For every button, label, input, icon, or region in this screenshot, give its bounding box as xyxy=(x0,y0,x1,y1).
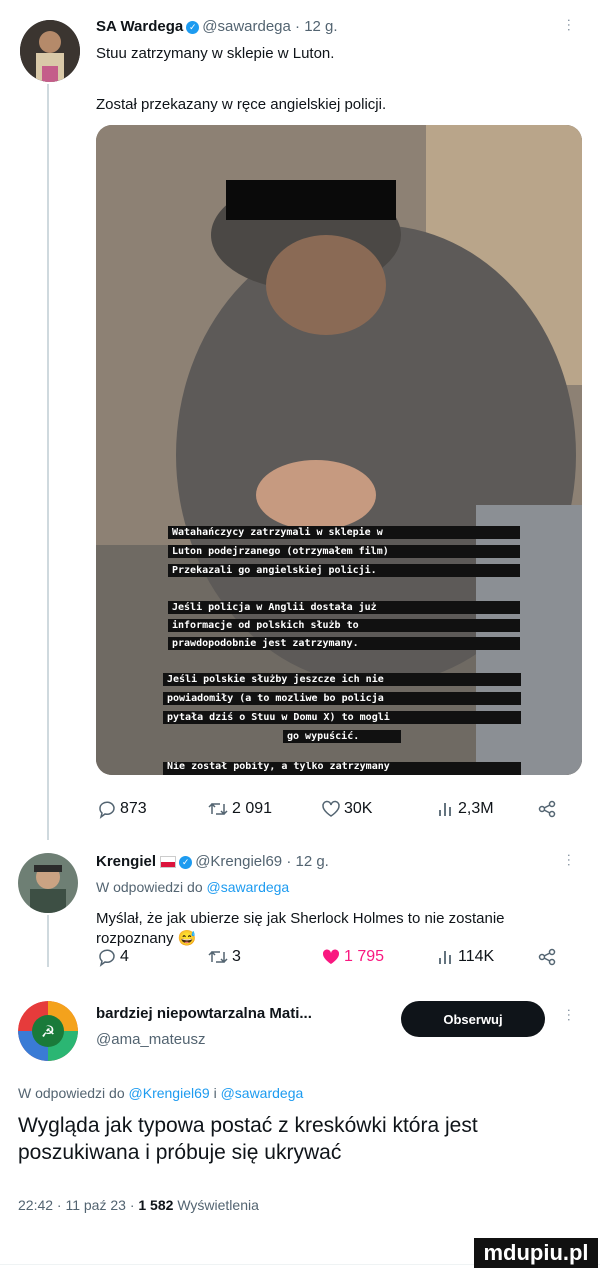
reply-separator: i xyxy=(213,1085,217,1101)
reply-mention[interactable]: @Krengiel69 xyxy=(129,1085,210,1101)
reply-button[interactable]: 873 xyxy=(97,799,147,819)
avatar[interactable]: ☭ xyxy=(18,1001,78,1061)
more-options-icon[interactable]: ··· xyxy=(562,853,578,867)
thread-line xyxy=(47,915,49,967)
retweet-count: 3 xyxy=(232,948,241,965)
reply-mention[interactable]: @sawardega xyxy=(207,879,290,895)
reply-count: 4 xyxy=(120,948,129,965)
like-button[interactable]: 1 795 xyxy=(321,947,384,967)
author-handle[interactable]: @Krengiel69 xyxy=(195,853,282,870)
media-caption: Przekazali go angielskiej policji. xyxy=(168,564,520,577)
tweet-text: Wygląda jak typowa postać z kreskówki kt… xyxy=(18,1114,478,1164)
reply-button[interactable]: 4 xyxy=(97,947,129,967)
tweet-meta: 22:42 · 11 paź 23 · 1 582 Wyświetlenia xyxy=(18,1197,259,1213)
media-caption: pytała dziś o Stuu w Domu X) to mogli xyxy=(163,711,521,724)
reply-icon xyxy=(99,949,115,967)
avatar-image xyxy=(20,20,80,82)
media-caption: powiadomiły (a to mozliwe bo policja xyxy=(163,692,521,705)
verified-badge-icon: ✓ xyxy=(186,20,200,34)
tweet-text: Myślał, że jak ubierze się jak Sherlock … xyxy=(96,910,505,947)
tweet-time[interactable]: · 12 g. xyxy=(286,853,329,870)
author-name[interactable]: SA Wardega xyxy=(96,18,183,35)
views-count: 2,3M xyxy=(458,800,494,817)
poland-flag-icon xyxy=(160,856,177,869)
share-icon xyxy=(538,948,556,966)
reply-prefix: W odpowiedzi do xyxy=(18,1085,125,1101)
views-icon xyxy=(439,803,451,816)
views-button[interactable]: 2,3M xyxy=(437,799,494,819)
views-button[interactable]: 114K xyxy=(437,947,494,967)
tweet-header: SA Wardega ✓ @sawardega · 12 g. xyxy=(96,18,338,35)
reply-mention[interactable]: @sawardega xyxy=(221,1085,304,1101)
reply-context: W odpowiedzi do @sawardega xyxy=(96,879,289,895)
thread-line xyxy=(47,84,49,840)
tweet-text-line1: Stuu zatrzymany w sklepie w Luton. xyxy=(96,45,335,62)
author-name[interactable]: Krengiel xyxy=(96,853,156,870)
avatar-image xyxy=(18,853,78,913)
svg-text:☭: ☭ xyxy=(41,1022,55,1041)
follow-button[interactable]: Obserwuj xyxy=(401,1001,545,1037)
author-handle[interactable]: @sawardega xyxy=(202,18,291,35)
views-icon xyxy=(439,951,451,964)
media-caption: Nie został pobity, a tylko zatrzymany xyxy=(163,762,521,775)
view-count-label: Wyświetlenia xyxy=(177,1197,259,1213)
media-caption: go wypuścić. xyxy=(283,730,401,743)
author-name[interactable]: bardziej niepowtarzalna Mati... xyxy=(96,1005,312,1022)
author-handle[interactable]: @ama_mateusz xyxy=(96,1031,205,1048)
more-options-icon[interactable]: ··· xyxy=(562,1008,578,1022)
media-caption: Luton podejrzanego (otrzymałem film) xyxy=(168,545,520,558)
avatar[interactable] xyxy=(20,20,80,82)
avatar[interactable] xyxy=(18,853,78,913)
tweet-timestamp[interactable]: 22:42 · 11 paź 23 · xyxy=(18,1197,134,1213)
reply-icon xyxy=(99,801,115,819)
retweet-count: 2 091 xyxy=(232,800,273,817)
reply-count: 873 xyxy=(120,800,147,817)
media-caption: Jeśli policja w Anglii dostała już xyxy=(168,601,520,614)
tweet-header: Krengiel ✓ @Krengiel69 · 12 g. xyxy=(96,853,329,870)
tweet-time[interactable]: · 12 g. xyxy=(295,18,338,35)
more-options-icon[interactable]: ··· xyxy=(562,18,578,32)
heart-filled-icon xyxy=(322,949,340,964)
retweet-button[interactable]: 3 xyxy=(207,947,241,967)
like-button[interactable]: 30K xyxy=(321,799,372,819)
views-count: 114K xyxy=(458,948,495,965)
view-count: 1 582 xyxy=(138,1197,174,1213)
retweet-button[interactable]: 2 091 xyxy=(207,799,272,819)
reply-context: W odpowiedzi do @Krengiel69 i @sawardega xyxy=(18,1085,303,1101)
media-caption: Watahańczycy zatrzymali w sklepie w xyxy=(168,526,520,539)
media-caption: prawdopodobnie jest zatrzymany. xyxy=(168,637,520,650)
tweet-text-line2: Został przekazany w ręce angielskiej pol… xyxy=(96,96,387,113)
share-button[interactable] xyxy=(537,947,557,967)
like-count: 30K xyxy=(344,800,373,817)
retweet-icon xyxy=(208,950,228,964)
like-count: 1 795 xyxy=(344,948,385,965)
share-button[interactable] xyxy=(537,799,557,819)
media-caption: Jeśli polskie służby jeszcze ich nie xyxy=(163,673,521,686)
verified-badge-icon: ✓ xyxy=(179,855,193,869)
media-caption: informacje od polskich służb to xyxy=(168,619,520,632)
avatar-image: ☭ xyxy=(18,1001,78,1061)
reply-prefix: W odpowiedzi do xyxy=(96,879,203,895)
retweet-icon xyxy=(208,802,228,816)
share-icon xyxy=(538,800,556,818)
heart-icon xyxy=(322,800,340,817)
watermark: mdupiu.pl xyxy=(474,1238,598,1268)
